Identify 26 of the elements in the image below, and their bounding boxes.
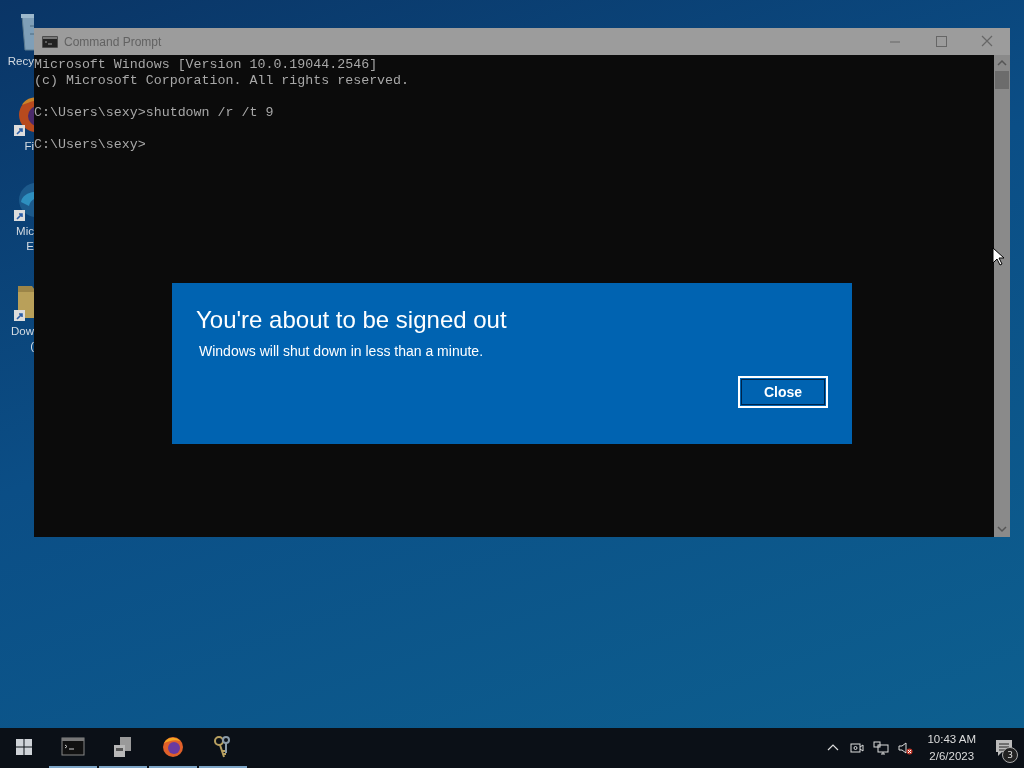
console-icon — [42, 35, 58, 48]
scrollbar[interactable] — [994, 55, 1010, 537]
close-button[interactable]: Close — [738, 376, 828, 408]
camera-icon[interactable] — [849, 740, 866, 756]
clock[interactable]: 10:43 AM 2/6/2023 — [927, 731, 976, 765]
clock-time: 10:43 AM — [927, 732, 976, 747]
console-line: Microsoft Windows [Version 10.0.19044.2546] — [34, 57, 379, 73]
clock-date: 2/6/2023 — [929, 749, 975, 764]
scroll-thumb[interactable] — [995, 71, 1009, 89]
icon-label: Recy — [7, 54, 34, 69]
windows-logo-icon — [16, 739, 32, 755]
icon-label: Fi — [24, 140, 34, 154]
dialog-message: Windows will shut down in less than a minute. — [199, 343, 485, 359]
mouse-cursor-icon — [992, 247, 1004, 266]
icon-label: Dow ( — [11, 324, 34, 354]
console-icon — [61, 735, 85, 759]
console-line: C:\Users\sexy>shutdown /r /t 9 — [34, 105, 275, 121]
speaker-muted-icon[interactable] — [897, 740, 914, 756]
dialog-title: You're about to be signed out — [196, 305, 508, 335]
window-title: Command Prompt — [64, 34, 162, 49]
icon-label: Mic E — [16, 224, 34, 254]
notification-count: 3 — [1002, 747, 1018, 763]
network-icon[interactable] — [873, 740, 890, 756]
console-line: C:\Users\sexy> — [34, 137, 147, 153]
firefox-icon — [161, 735, 185, 759]
console-line: (c) Microsoft Corporation. All rights reserved. — [34, 73, 411, 89]
